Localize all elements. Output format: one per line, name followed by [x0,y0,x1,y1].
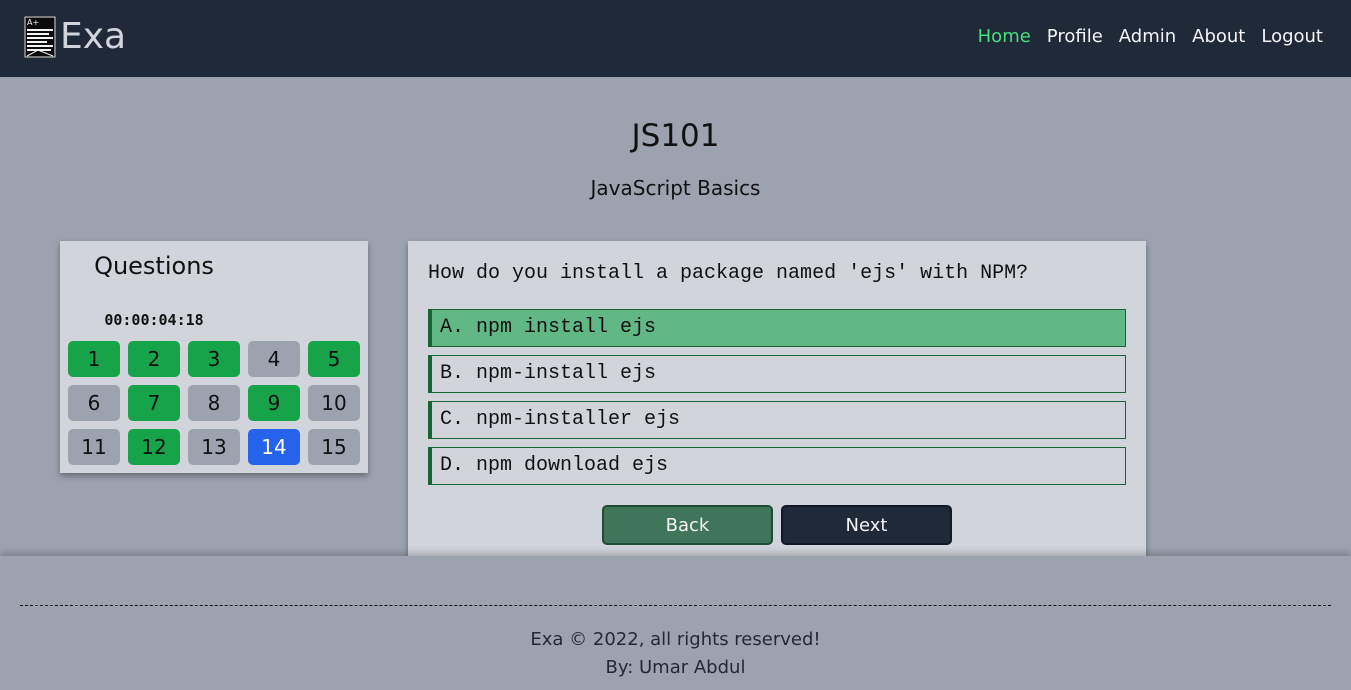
question-number-button[interactable]: 2 [128,341,180,377]
nav-about[interactable]: About [1192,26,1245,48]
logo-badge: A+ [27,18,39,27]
question-number-button[interactable]: 1 [68,341,120,377]
course-name: JavaScript Basics [590,176,761,200]
question-number-button[interactable]: 13 [188,429,240,465]
question-number-button[interactable]: 10 [308,385,360,421]
nav-home[interactable]: Home [978,26,1031,48]
question-number-button[interactable]: 5 [308,341,360,377]
footer-copyright: Exa © 2022, all rights reserved! [530,629,821,650]
answer-option-b[interactable]: B. npm-install ejs [428,355,1126,393]
brand[interactable]: A+ Exa [24,16,126,58]
exam-paper-icon: A+ [24,16,56,58]
question-text: How do you install a package named 'ejs'… [428,262,1029,285]
footer-divider [20,605,1331,606]
answer-option-a[interactable]: A. npm install ejs [428,309,1126,347]
brand-name: Exa [60,16,127,57]
question-number-button[interactable]: 3 [188,341,240,377]
question-number-button[interactable]: 14 [248,429,300,465]
question-number-button[interactable]: 15 [308,429,360,465]
answer-option-c[interactable]: C. npm-installer ejs [428,401,1126,439]
questions-panel-title: Questions [94,252,214,280]
back-button[interactable]: Back [602,505,773,545]
nav-admin[interactable]: Admin [1119,26,1176,48]
course-code: JS101 [631,118,720,154]
question-number-button[interactable]: 6 [68,385,120,421]
exam-timer: 00:00:04:18 [104,311,204,329]
question-number-grid: 1 2 3 4 5 6 7 8 9 10 11 12 13 14 15 [68,341,360,465]
answer-option-d[interactable]: D. npm download ejs [428,447,1126,485]
question-number-button[interactable]: 7 [128,385,180,421]
question-number-button[interactable]: 4 [248,341,300,377]
question-number-button[interactable]: 12 [128,429,180,465]
main-nav: Home Profile Admin About Logout [978,26,1323,48]
nav-profile[interactable]: Profile [1047,26,1103,48]
question-number-button[interactable]: 11 [68,429,120,465]
question-number-button[interactable]: 9 [248,385,300,421]
top-navbar: A+ Exa Home Profile Admin About Logout [0,0,1351,77]
question-number-button[interactable]: 8 [188,385,240,421]
footer-author: By: Umar Abdul [605,657,746,678]
nav-logout[interactable]: Logout [1261,26,1323,48]
next-button[interactable]: Next [781,505,952,545]
